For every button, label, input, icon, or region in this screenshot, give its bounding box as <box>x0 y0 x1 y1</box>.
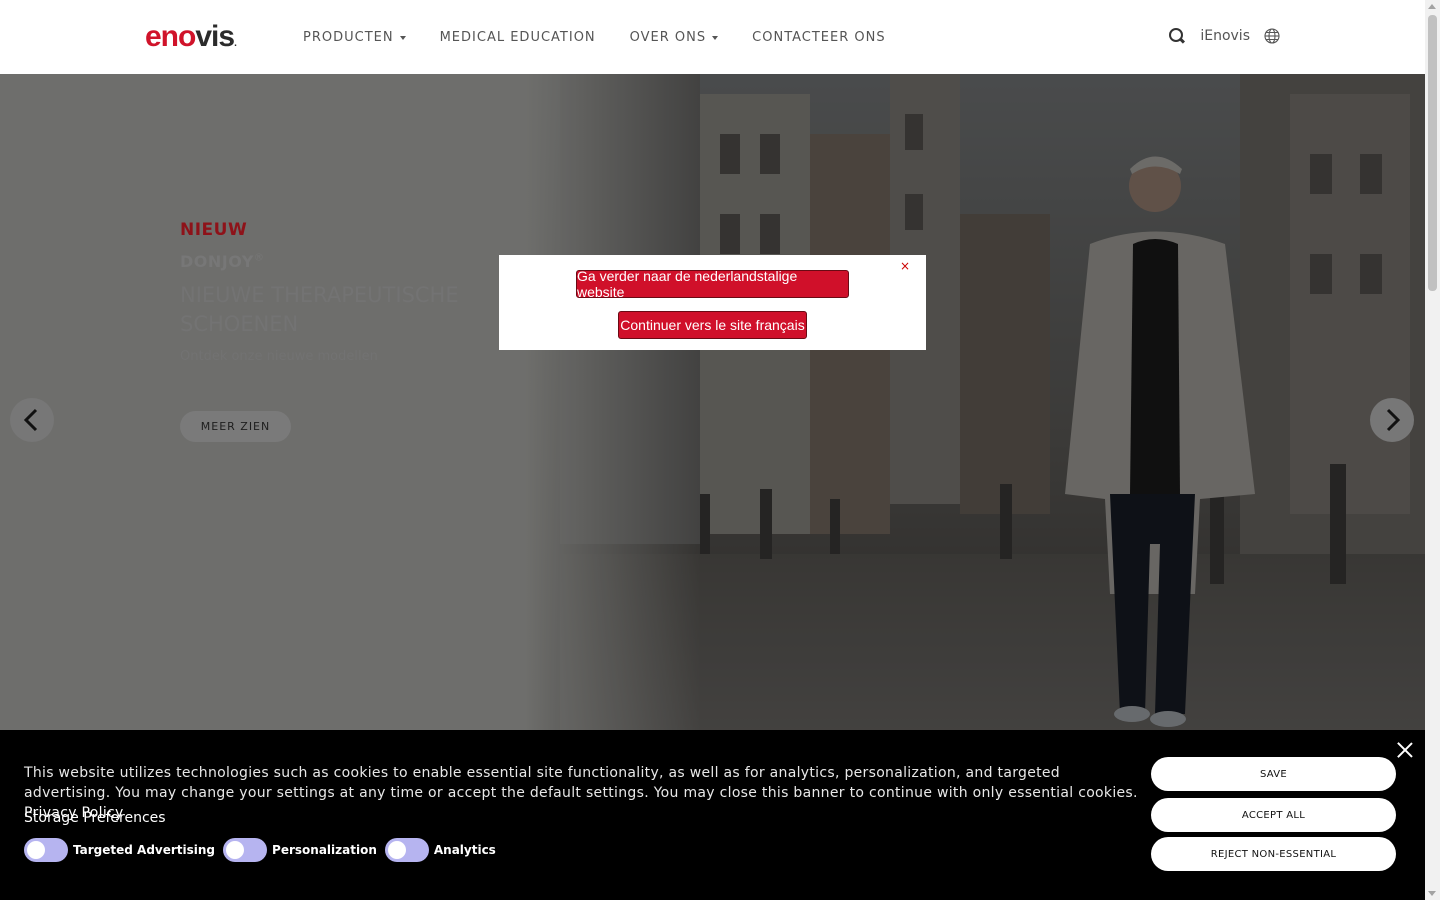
ienovis-link[interactable]: iEnovis <box>1200 28 1250 44</box>
storage-preferences-title: Storage Preferences <box>24 810 166 826</box>
page-scrollbar[interactable] <box>1425 0 1440 900</box>
french-site-button[interactable]: Continuer vers le site français <box>618 311 807 339</box>
nav-label: CONTACTEER ONS <box>752 30 886 45</box>
hero-brand: DONJOY® <box>180 252 480 271</box>
nav-item-contacteer-ons[interactable]: CONTACTEER ONS <box>752 30 885 45</box>
nav-label: MEDICAL EDUCATION <box>439 30 596 45</box>
site-header: enovis. PRODUCTEN MEDICAL EDUCATION OVER… <box>0 0 1425 74</box>
carousel-prev-button[interactable] <box>10 398 54 442</box>
analytics-toggle[interactable] <box>384 838 429 862</box>
nav-item-producten[interactable]: PRODUCTEN <box>303 30 406 45</box>
search-icon[interactable] <box>1168 27 1186 45</box>
nav-label: OVER ONS <box>629 30 707 45</box>
logo-text-dot: . <box>234 38 237 49</box>
toggle-label: Personalization <box>272 843 377 857</box>
cookie-text: This website utilizes technologies such … <box>24 765 1138 801</box>
toggle-label: Analytics <box>433 843 496 857</box>
registered-mark: ® <box>253 252 265 264</box>
caret-down-icon <box>399 35 406 40</box>
main-nav: PRODUCTEN MEDICAL EDUCATION OVER ONS CON… <box>303 30 886 45</box>
toggle-knob <box>387 841 406 859</box>
nav-item-medical-education[interactable]: MEDICAL EDUCATION <box>440 30 596 45</box>
toggle-label: Targeted Advertising <box>73 843 216 857</box>
cookie-description: This website utilizes technologies such … <box>24 763 1139 823</box>
meer-zien-button[interactable]: MEER ZIEN <box>180 411 291 442</box>
targeted-advertising-toggle[interactable] <box>24 838 68 862</box>
header-actions: iEnovis <box>1168 27 1280 45</box>
close-icon[interactable] <box>1397 742 1413 758</box>
cookie-toggles: Targeted Advertising Personalization Ana… <box>24 838 504 862</box>
carousel-next-button[interactable] <box>1370 398 1414 442</box>
chevron-right-icon <box>1386 408 1401 432</box>
personalization-toggle[interactable] <box>223 838 268 862</box>
logo-text-vis: vis <box>195 20 235 53</box>
nav-label: PRODUCTEN <box>303 30 394 45</box>
logo-text-en: en <box>145 20 179 53</box>
chevron-left-icon <box>23 408 38 432</box>
modal-backdrop-overlay <box>0 74 1425 730</box>
toggle-knob <box>226 841 245 859</box>
scroll-down-icon[interactable] <box>1428 891 1436 896</box>
nav-item-over-ons[interactable]: OVER ONS <box>630 30 719 45</box>
cookie-banner: This website utilizes technologies such … <box>0 730 1425 900</box>
enovis-logo[interactable]: enovis. <box>145 20 237 54</box>
modal-close-button[interactable]: × <box>900 259 910 273</box>
reject-non-essential-button[interactable]: REJECT NON-ESSENTIAL <box>1151 837 1396 871</box>
hero-subtitle: Ontdek onze nieuwe modellen <box>180 349 378 364</box>
scroll-up-icon[interactable] <box>1428 4 1436 9</box>
scroll-thumb[interactable] <box>1428 15 1437 291</box>
logo-text-o: o <box>178 20 196 53</box>
toggle-knob <box>27 841 45 859</box>
language-choice-modal: × Ga verder naar de nederlandstalige web… <box>499 255 926 350</box>
dutch-site-button[interactable]: Ga verder naar de nederlandstalige websi… <box>576 268 849 300</box>
hero-tag: NIEUW <box>180 220 248 240</box>
accept-all-button[interactable]: ACCEPT ALL <box>1151 798 1396 832</box>
globe-icon[interactable] <box>1264 28 1280 44</box>
hero-title: NIEUWE THERAPEUTISCHE SCHOENEN <box>180 283 459 336</box>
hero-carousel: NIEUW DONJOY® NIEUWE THERAPEUTISCHE SCHO… <box>0 74 1425 730</box>
hero-content: NIEUW DONJOY® NIEUWE THERAPEUTISCHE SCHO… <box>180 220 480 442</box>
hero-brand-name: DONJOY <box>180 252 254 271</box>
save-button[interactable]: SAVE <box>1151 757 1396 791</box>
caret-down-icon <box>712 35 719 40</box>
